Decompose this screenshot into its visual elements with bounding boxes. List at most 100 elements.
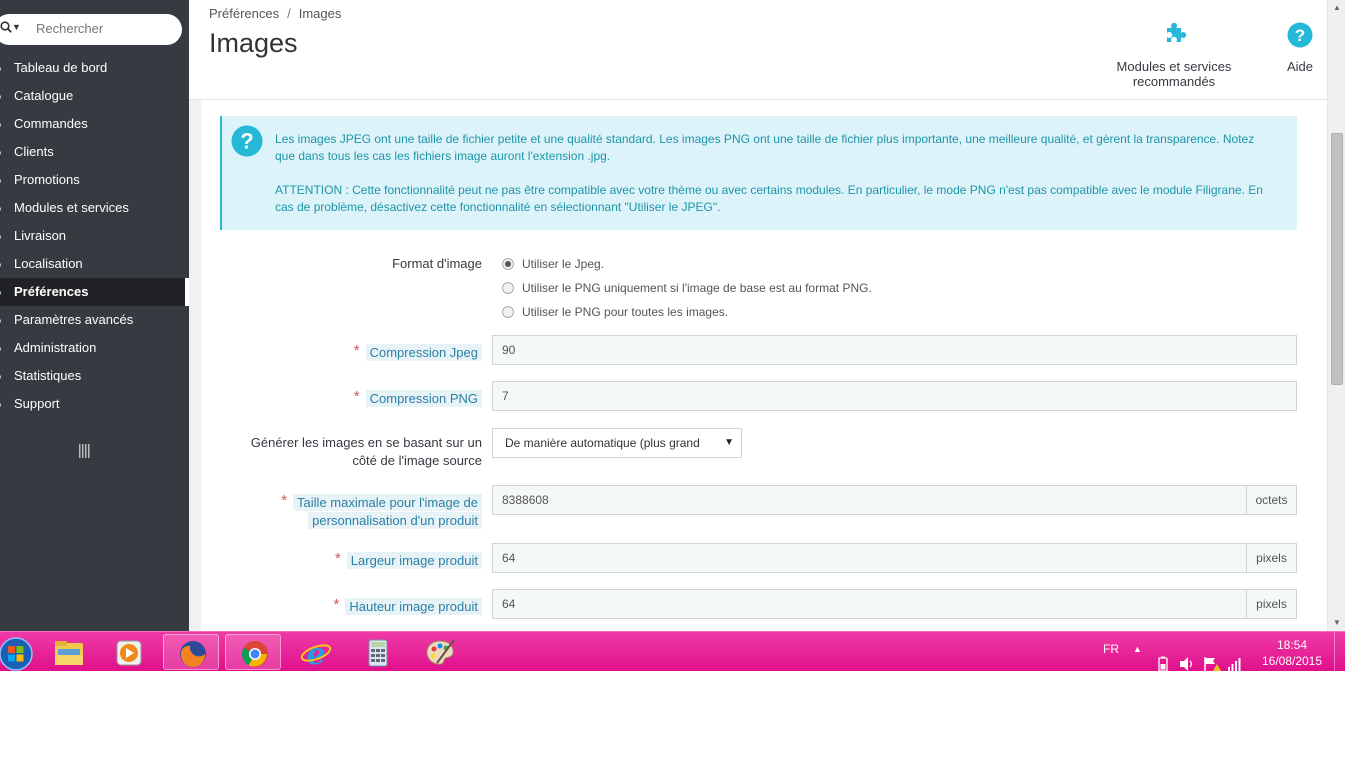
search-box[interactable]: ▼ xyxy=(0,14,182,45)
sidebar-item-label: Tableau de bord xyxy=(14,60,108,75)
product-image-height-input[interactable]: 64 xyxy=(492,589,1247,619)
sidebar-item-preferences[interactable]: Préférences xyxy=(0,278,189,306)
sidebar-item-modules[interactable]: Modules et services xyxy=(0,194,189,222)
taskbar-paint[interactable] xyxy=(411,634,467,670)
taskbar-file-explorer[interactable] xyxy=(40,634,96,670)
action-center-flag-icon[interactable] xyxy=(1203,644,1221,684)
radio-label: Utiliser le PNG uniquement si l'image de… xyxy=(522,281,872,295)
sidebar-item-label: Modules et services xyxy=(14,200,129,215)
page-scrollbar[interactable]: ▲ ▼ xyxy=(1327,0,1345,631)
taskbar-calculator[interactable] xyxy=(349,634,405,670)
png-compression-input[interactable]: 7 xyxy=(492,381,1297,411)
clock-time: 18:54 xyxy=(1276,638,1308,652)
sidebar-item-promotions[interactable]: Promotions xyxy=(0,166,189,194)
taskbar-chrome[interactable] xyxy=(225,634,281,670)
product-image-width-input[interactable]: 64 xyxy=(492,543,1247,573)
breadcrumb: Préférences / Images xyxy=(209,6,341,21)
show-hidden-icons-icon[interactable]: ▲ xyxy=(1133,644,1142,684)
max-custom-image-size-input[interactable]: 8388608 xyxy=(492,485,1247,515)
jpeg-compression-input[interactable]: 90 xyxy=(492,335,1297,365)
radio-label: Utiliser le PNG pour toutes les images. xyxy=(522,305,729,319)
svg-text:?: ? xyxy=(240,129,253,154)
sidebar-item-localization[interactable]: Localisation xyxy=(0,250,189,278)
bullet-icon xyxy=(0,179,1,183)
sidebar-item-label: Catalogue xyxy=(14,88,74,103)
info-alert: ? Les images JPEG ont une taille de fich… xyxy=(220,116,1297,230)
recommended-modules-button[interactable]: Modules et services recommandés xyxy=(1076,22,1272,89)
bullet-icon xyxy=(0,319,1,323)
sidebar-item-statistics[interactable]: Statistiques xyxy=(0,362,189,390)
help-button[interactable]: ? Aide xyxy=(1285,22,1315,74)
sidebar-item-administration[interactable]: Administration xyxy=(0,334,189,362)
search-icon[interactable] xyxy=(0,21,12,33)
alert-text-warning: ATTENTION : Cette fonctionnalité peut ne… xyxy=(275,183,1263,214)
system-clock[interactable]: 18:54 16/08/2015 xyxy=(1252,637,1332,669)
firefox-icon xyxy=(180,641,206,668)
scrollbar-thumb[interactable] xyxy=(1331,133,1343,385)
max-custom-image-size-label: * Taille maximale pour l'image de personna… xyxy=(281,492,482,530)
radio-png-all[interactable]: Utiliser le PNG pour toutes les images. xyxy=(502,305,728,319)
help-icon: ? xyxy=(1287,22,1313,48)
show-desktop-button[interactable] xyxy=(1334,632,1345,672)
radio-button[interactable] xyxy=(502,306,514,318)
scroll-down-icon[interactable]: ▼ xyxy=(1333,618,1341,627)
sidebar-item-label: Localisation xyxy=(14,256,83,271)
sidebar-item-label: Paramètres avancés xyxy=(14,312,134,327)
page-title: Images xyxy=(209,28,298,58)
bullet-icon xyxy=(0,263,1,267)
puzzle-icon xyxy=(1167,22,1187,42)
bullet-icon xyxy=(0,291,1,295)
sidebar-item-advanced-parameters[interactable]: Paramètres avancés xyxy=(0,306,189,334)
bullet-icon xyxy=(0,235,1,239)
unit-octets-addon: octets xyxy=(1246,485,1297,515)
sidebar-nav: Tableau de bord Catalogue Commandes Clie… xyxy=(0,54,189,418)
bullet-icon xyxy=(0,347,1,351)
bullet-icon xyxy=(0,207,1,211)
search-input[interactable] xyxy=(36,21,166,36)
taskbar-media-player[interactable] xyxy=(100,634,156,670)
scroll-up-icon[interactable]: ▲ xyxy=(1333,3,1341,12)
sidebar-item-label: Promotions xyxy=(14,172,80,187)
network-signal-icon[interactable] xyxy=(1227,644,1243,684)
sidebar-item-catalog[interactable]: Catalogue xyxy=(0,82,189,110)
breadcrumb-item-images: Images xyxy=(298,6,342,21)
radio-png-if-png[interactable]: Utiliser le PNG uniquement si l'image de… xyxy=(502,281,872,295)
radio-button[interactable] xyxy=(502,258,514,270)
sidebar-item-orders[interactable]: Commandes xyxy=(0,110,189,138)
bullet-icon xyxy=(0,151,1,155)
unit-pixels-addon: pixels xyxy=(1246,543,1297,573)
sidebar-item-label: Clients xyxy=(14,144,54,159)
taskbar-firefox[interactable] xyxy=(163,634,219,670)
radio-jpeg[interactable]: Utiliser le Jpeg. xyxy=(502,257,604,271)
sidebar-item-shipping[interactable]: Livraison xyxy=(0,222,189,250)
product-image-height-label: * Hauteur image produit xyxy=(334,596,482,616)
alert-text-formats: Les images JPEG ont une taille de fichie… xyxy=(275,132,1255,163)
required-mark: * xyxy=(334,550,341,567)
collapse-sidebar-icon[interactable] xyxy=(78,444,90,458)
radio-button[interactable] xyxy=(502,282,514,294)
generate-images-select[interactable]: De manière automatique (plus grand ▼ xyxy=(492,428,742,458)
required-mark: * xyxy=(353,388,360,405)
paint-palette-icon xyxy=(426,639,455,665)
sidebar-item-label: Statistiques xyxy=(14,368,82,383)
internet-explorer-icon: e xyxy=(300,637,332,669)
chevron-down-icon[interactable]: ▼ xyxy=(12,22,21,32)
taskbar-internet-explorer[interactable]: e xyxy=(287,634,343,670)
bullet-icon xyxy=(0,403,1,407)
language-indicator[interactable]: FR xyxy=(1103,642,1119,682)
jpeg-compression-label: * Compression Jpeg xyxy=(354,342,482,362)
unit-pixels-addon: pixels xyxy=(1246,589,1297,619)
required-mark: * xyxy=(353,342,360,359)
screen: ▼ Tableau de bord Catalogue Commandes Cl… xyxy=(0,0,1366,768)
sidebar-item-dashboard[interactable]: Tableau de bord xyxy=(0,54,189,82)
battery-icon[interactable] xyxy=(1157,644,1169,684)
svg-text:e: e xyxy=(306,637,325,669)
bullet-icon xyxy=(0,95,1,99)
sidebar-item-support[interactable]: Support xyxy=(0,390,189,418)
sidebar-item-customers[interactable]: Clients xyxy=(0,138,189,166)
volume-icon[interactable] xyxy=(1179,644,1195,684)
breadcrumb-item-preferences[interactable]: Préférences xyxy=(209,6,279,21)
media-player-icon xyxy=(116,640,142,666)
start-button[interactable] xyxy=(0,634,42,671)
breadcrumb-separator: / xyxy=(287,6,291,21)
